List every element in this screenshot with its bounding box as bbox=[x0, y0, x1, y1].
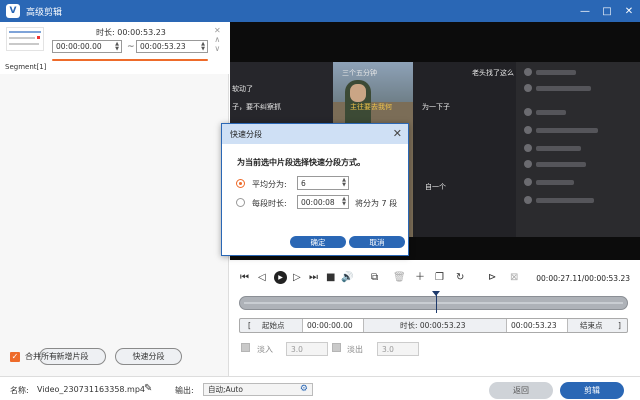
average-split-input[interactable]: 6 ▲ ▼ bbox=[297, 176, 349, 190]
cut-button[interactable]: 剪辑 bbox=[560, 382, 624, 399]
settings-gear-icon[interactable]: ⚙ bbox=[300, 384, 308, 394]
quick-split-dialog: 快速分段 ✕ 为当前选中片段选择快速分段方式。 平均分为: 6 ▲ ▼ 每段时长:… bbox=[221, 123, 409, 256]
title-bar: V 高级剪辑 — □ ✕ bbox=[0, 0, 640, 22]
average-split-label: 平均分为: bbox=[252, 180, 287, 189]
segment-start-input[interactable]: 00:00:00.00 ▲ ▼ bbox=[52, 40, 122, 53]
segment-start-stepper[interactable]: ▲ ▼ bbox=[113, 41, 121, 52]
next-frame-icon[interactable]: ▷ bbox=[293, 271, 301, 285]
name-label: 名称: bbox=[10, 386, 29, 395]
segment-range-bar bbox=[52, 59, 208, 61]
chat-overlay bbox=[516, 62, 640, 237]
video-caption-6: 软动了 bbox=[232, 85, 253, 93]
range-separator: ~ bbox=[127, 42, 135, 52]
back-button[interactable]: 返回 bbox=[489, 382, 553, 399]
dialog-title: 快速分段 bbox=[230, 129, 262, 139]
delete-icon[interactable]: 🗑 bbox=[393, 271, 406, 285]
dialog-cancel-button[interactable]: 取消 bbox=[349, 236, 405, 248]
duration-split-input[interactable]: 00:00:08 ▲ ▼ bbox=[297, 195, 349, 209]
segment-end-stepper[interactable]: ▲ ▼ bbox=[199, 41, 207, 52]
video-caption-1: 三个五分钟 bbox=[342, 69, 377, 77]
merge-all-row[interactable]: ✓ 合并所有 bbox=[10, 351, 57, 362]
previous-frame-icon[interactable]: ◁ bbox=[258, 271, 266, 285]
add-icon[interactable]: ＋ bbox=[415, 271, 425, 285]
edit-name-icon[interactable]: ✎ bbox=[144, 383, 152, 394]
duration-split-radio[interactable] bbox=[236, 198, 245, 207]
start-point-input[interactable]: 00:00:00.00 bbox=[302, 319, 364, 332]
start-point-button[interactable]: 起始点 bbox=[262, 319, 285, 332]
merge-all-checkbox[interactable]: ✓ bbox=[10, 351, 20, 362]
segment-start-value: 00:00:00.00 bbox=[56, 42, 102, 51]
close-button[interactable]: ✕ bbox=[618, 0, 640, 22]
end-bracket-icon[interactable]: ] bbox=[618, 319, 621, 332]
timeline-track[interactable] bbox=[239, 296, 628, 310]
segment-duration: 时长: 00:00:53.23 bbox=[96, 28, 166, 37]
merge-all-label: 合并所有 bbox=[25, 352, 57, 361]
fade-in-label: 淡入 bbox=[257, 345, 273, 354]
file-name: Video_230731163358.mp4 bbox=[37, 385, 145, 394]
fade-out-value: 3.0 bbox=[382, 344, 394, 354]
video-caption-7: 自一个 bbox=[425, 183, 446, 191]
mark-in-icon[interactable]: ⊳ bbox=[488, 271, 496, 285]
fade-in-input[interactable]: 3.0 bbox=[286, 342, 328, 356]
average-split-radio[interactable] bbox=[236, 179, 245, 188]
dialog-close-icon[interactable]: ✕ bbox=[393, 127, 402, 140]
average-split-stepper[interactable]: ▲ ▼ bbox=[340, 177, 348, 188]
video-caption-5: 老头找了这么 bbox=[472, 69, 514, 77]
trim-duration: 时长: 00:00:53.23 bbox=[400, 321, 466, 330]
fade-in-value: 3.0 bbox=[291, 344, 303, 354]
trim-row: [ 起始点 00:00:00.00 时长: 00:00:53.23 00:00:… bbox=[239, 318, 628, 333]
remove-segment-icon[interactable]: ✕ bbox=[214, 26, 221, 35]
output-select[interactable]: 自动;Auto ⚙ bbox=[203, 383, 313, 396]
app-logo-icon: V bbox=[6, 4, 20, 18]
fade-out-label: 淡出 bbox=[347, 345, 363, 354]
segment-end-input[interactable]: 00:00:53.23 ▲ ▼ bbox=[136, 40, 208, 53]
copy-icon[interactable]: ❐ bbox=[435, 271, 444, 285]
end-point-value: 00:00:53.23 bbox=[511, 321, 557, 330]
skip-to-end-icon[interactable]: ⏭ bbox=[309, 271, 318, 285]
fade-out-checkbox[interactable] bbox=[332, 343, 341, 352]
maximize-button[interactable]: □ bbox=[596, 0, 618, 22]
video-caption-2: 主往要去我何 bbox=[350, 103, 392, 111]
end-point-input[interactable]: 00:00:53.23 bbox=[506, 319, 568, 332]
segment-end-value: 00:00:53.23 bbox=[140, 42, 186, 51]
segment-label: Segment[1] bbox=[5, 63, 47, 71]
segment-panel: 时长: 00:00:53.23 00:00:00.00 ▲ ▼ ~ 00:00:5… bbox=[0, 22, 229, 376]
split-count-info: 将分为 7 段 bbox=[355, 199, 398, 208]
volume-icon[interactable]: 🔊 bbox=[341, 271, 353, 285]
video-caption-3: 为一下子 bbox=[422, 103, 450, 111]
minimize-button[interactable]: — bbox=[574, 0, 596, 22]
end-point-button[interactable]: 结束点 bbox=[580, 319, 603, 332]
fade-in-checkbox[interactable] bbox=[241, 343, 250, 352]
quick-split-button[interactable]: 快速分段 bbox=[115, 348, 182, 365]
segment-thumbnail bbox=[6, 27, 44, 51]
average-split-value: 6 bbox=[301, 178, 306, 188]
mark-out-icon[interactable]: ⊠ bbox=[510, 271, 518, 285]
duration-split-label: 每段时长: bbox=[252, 199, 287, 208]
stop-icon[interactable]: ■ bbox=[326, 271, 335, 285]
playhead-marker-icon[interactable] bbox=[431, 291, 440, 296]
bottom-bar: 名称: Video_230731163358.mp4 ✎ 输出: 自动;Auto… bbox=[0, 376, 640, 400]
player-controls: ⏮ ◁ ▶ ▷ ⏭ ■ 🔊 ⧉ 🗑 ＋ ❐ ↻ ⊳ ⊠ 00:00:27.11/… bbox=[230, 268, 640, 290]
video-caption-4: 子，要不纠察抓 bbox=[232, 103, 281, 111]
window-title: 高级剪辑 bbox=[26, 7, 63, 18]
playback-time: 00:00:27.11/00:00:53.23 bbox=[536, 274, 630, 283]
dialog-ok-button[interactable]: 确定 bbox=[290, 236, 346, 248]
split-icon[interactable]: ⧉ bbox=[371, 271, 378, 285]
move-up-icon[interactable]: ∧ bbox=[214, 35, 221, 44]
duration-split-value: 00:00:08 bbox=[301, 197, 335, 207]
play-button[interactable]: ▶ bbox=[274, 271, 287, 284]
dialog-question: 为当前选中片段选择快速分段方式。 bbox=[237, 158, 365, 167]
fade-out-input[interactable]: 3.0 bbox=[377, 342, 419, 356]
reset-icon[interactable]: ↻ bbox=[456, 271, 464, 285]
output-label: 输出: bbox=[175, 386, 194, 395]
skip-to-start-icon[interactable]: ⏮ bbox=[240, 271, 249, 285]
dialog-title-bar: 快速分段 ✕ bbox=[222, 124, 408, 144]
start-point-value: 00:00:00.00 bbox=[307, 321, 353, 330]
output-value: 自动;Auto bbox=[208, 385, 243, 394]
move-down-icon[interactable]: ∨ bbox=[214, 44, 221, 53]
start-bracket-icon[interactable]: [ bbox=[248, 319, 251, 332]
duration-split-stepper[interactable]: ▲ ▼ bbox=[340, 196, 348, 207]
